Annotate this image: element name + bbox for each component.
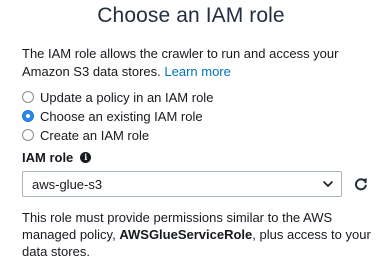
intro-description: The IAM role allows the crawler to run a… xyxy=(22,45,372,81)
refresh-icon[interactable] xyxy=(354,177,368,191)
option-create-role[interactable]: Create an IAM role xyxy=(22,126,213,144)
select-value: aws-glue-s3 xyxy=(32,176,103,192)
permissions-note: This role must provide permissions simil… xyxy=(22,209,372,260)
iam-role-field-label: IAM role i xyxy=(22,150,92,165)
policy-name: AWSGlueServiceRole xyxy=(119,227,253,242)
option-update-policy[interactable]: Update a policy in an IAM role xyxy=(22,88,213,106)
option-label: Update a policy in an IAM role xyxy=(40,89,214,105)
radio-button[interactable] xyxy=(22,129,34,141)
chevron-down-icon xyxy=(323,181,333,187)
radio-button-selected[interactable] xyxy=(22,110,34,122)
radio-button[interactable] xyxy=(22,91,34,103)
option-label: Choose an existing IAM role xyxy=(40,108,203,124)
info-icon[interactable]: i xyxy=(80,152,92,163)
learn-more-link[interactable]: Learn more xyxy=(164,64,230,79)
iam-role-label: IAM role xyxy=(22,150,74,165)
page-title: Choose an IAM role xyxy=(97,4,285,27)
option-choose-existing-role[interactable]: Choose an existing IAM role xyxy=(22,107,213,125)
role-option-group: Update a policy in an IAM role Choose an… xyxy=(22,88,213,145)
iam-role-panel: Choose an IAM role The IAM role allows t… xyxy=(0,0,382,265)
iam-role-select[interactable]: aws-glue-s3 xyxy=(22,171,342,197)
option-label: Create an IAM role xyxy=(40,127,150,143)
